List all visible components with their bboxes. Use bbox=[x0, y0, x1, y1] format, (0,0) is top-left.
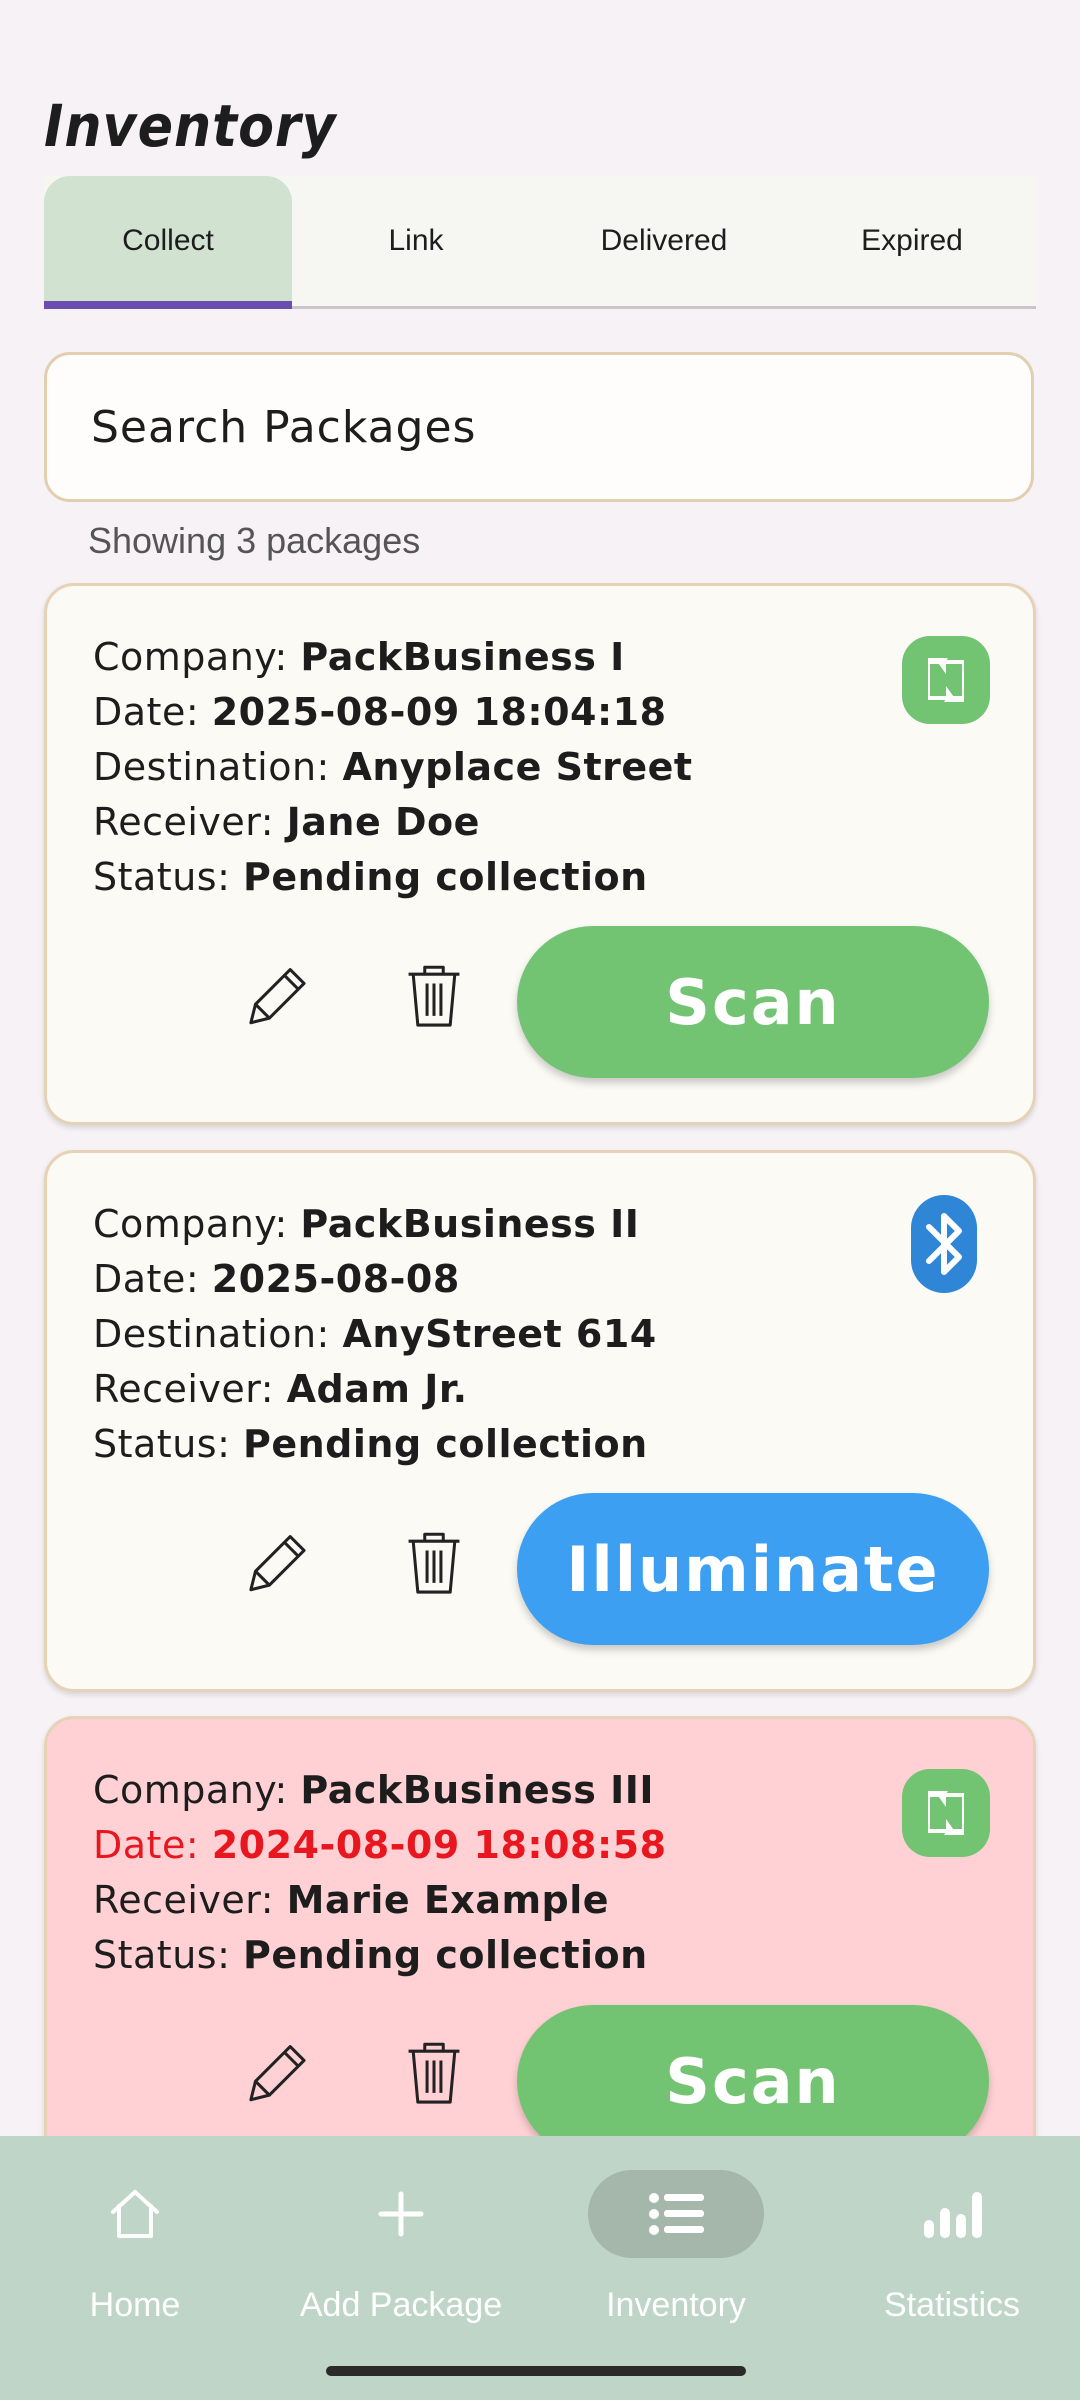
date-line: Date: 2025-08-09 18:04:18 bbox=[93, 690, 667, 734]
destination-line: Destination: Anyplace Street bbox=[93, 745, 693, 789]
company-line: Company: PackBusiness II bbox=[93, 1202, 640, 1246]
delete-icon[interactable] bbox=[397, 958, 471, 1032]
nfc-icon bbox=[902, 636, 990, 724]
tab-delivered[interactable]: Delivered bbox=[540, 176, 788, 306]
scan-button[interactable]: Scan bbox=[517, 2005, 989, 2157]
tab-link[interactable]: Link bbox=[292, 176, 540, 306]
status-value: Pending collection bbox=[242, 1422, 648, 1466]
status-value: Pending collection bbox=[242, 855, 648, 899]
nav-home[interactable]: Home bbox=[0, 2136, 270, 2366]
nav-home-label: Home bbox=[89, 2286, 181, 2324]
nav-statistics[interactable]: Statistics bbox=[817, 2136, 1080, 2366]
receiver-line: Receiver: Jane Doe bbox=[93, 800, 480, 844]
company-value: PackBusiness I bbox=[300, 635, 625, 679]
nav-add-package[interactable]: Add Package bbox=[266, 2136, 536, 2366]
package-card: Company: PackBusiness I Date: 2025-08-09… bbox=[44, 583, 1036, 1125]
status-value: Pending collection bbox=[242, 1933, 648, 1977]
date-value: 2025-08-08 bbox=[211, 1257, 460, 1301]
list-icon bbox=[649, 2193, 704, 2235]
home-icon bbox=[111, 2190, 159, 2238]
delete-icon[interactable] bbox=[397, 1525, 471, 1599]
edit-icon[interactable] bbox=[237, 1525, 311, 1599]
company-value: PackBusiness II bbox=[300, 1202, 640, 1246]
nav-inventory-label: Inventory bbox=[606, 2286, 746, 2324]
company-line: Company: PackBusiness I bbox=[93, 635, 625, 679]
date-line: Date: 2024-08-09 18:08:58 bbox=[93, 1823, 667, 1867]
date-line: Date: 2025-08-08 bbox=[93, 1257, 460, 1301]
company-value: PackBusiness III bbox=[300, 1768, 655, 1812]
edit-icon[interactable] bbox=[237, 958, 311, 1032]
bar-chart-icon bbox=[924, 2192, 982, 2238]
search-input[interactable]: Search Packages bbox=[44, 352, 1034, 502]
date-value: 2025-08-09 18:04:18 bbox=[211, 690, 667, 734]
destination-line: Destination: AnyStreet 614 bbox=[93, 1312, 657, 1356]
package-card: Company: PackBusiness II Date: 2025-08-0… bbox=[44, 1150, 1036, 1692]
nav-statistics-label: Statistics bbox=[883, 2286, 1021, 2324]
nav-add-package-label: Add Package bbox=[299, 2286, 503, 2324]
date-value: 2024-08-09 18:08:58 bbox=[211, 1823, 667, 1867]
home-indicator bbox=[326, 2366, 746, 2376]
bluetooth-icon bbox=[911, 1195, 977, 1293]
plus-icon bbox=[378, 2191, 424, 2237]
nav-inventory[interactable]: Inventory bbox=[541, 2136, 811, 2366]
receiver-line: Receiver: Adam Jr. bbox=[93, 1367, 468, 1411]
receiver-value: Adam Jr. bbox=[286, 1367, 468, 1411]
receiver-line: Receiver: Marie Example bbox=[93, 1878, 610, 1922]
tab-collect[interactable]: Collect bbox=[44, 176, 292, 309]
status-line: Status: Pending collection bbox=[93, 1933, 648, 1977]
illuminate-button[interactable]: Illuminate bbox=[517, 1493, 989, 1645]
tab-bar: Collect Link Delivered Expired bbox=[44, 176, 1036, 309]
tab-expired[interactable]: Expired bbox=[788, 176, 1036, 306]
search-placeholder: Search Packages bbox=[91, 401, 477, 453]
company-line: Company: PackBusiness III bbox=[93, 1768, 655, 1812]
status-bar bbox=[0, 0, 1080, 90]
bottom-navigation: Home Add Package Inventory Statistics bbox=[0, 2136, 1080, 2400]
delete-icon[interactable] bbox=[397, 2035, 471, 2109]
nfc-icon bbox=[902, 1769, 990, 1857]
destination-value: Anyplace Street bbox=[342, 745, 693, 789]
receiver-value: Marie Example bbox=[286, 1878, 610, 1922]
page-title: Inventory bbox=[44, 92, 337, 160]
status-line: Status: Pending collection bbox=[93, 855, 648, 899]
receiver-value: Jane Doe bbox=[286, 800, 480, 844]
status-line: Status: Pending collection bbox=[93, 1422, 648, 1466]
edit-icon[interactable] bbox=[237, 2035, 311, 2109]
scan-button[interactable]: Scan bbox=[517, 926, 989, 1078]
result-count: Showing 3 packages bbox=[88, 520, 421, 561]
destination-value: AnyStreet 614 bbox=[342, 1312, 657, 1356]
package-card: Company: PackBusiness III Date: 2024-08-… bbox=[44, 1716, 1036, 2176]
